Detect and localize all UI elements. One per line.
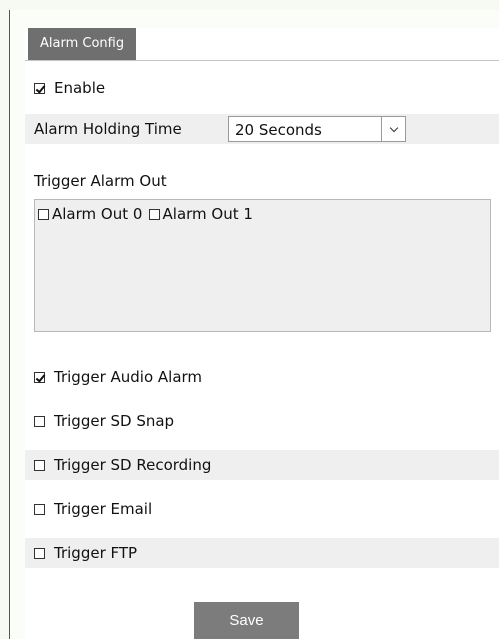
alarm-out-list: Alarm Out 0 Alarm Out 1 xyxy=(34,199,491,332)
enable-checkbox[interactable] xyxy=(34,82,45,94)
alarm-out-0-label: Alarm Out 0 xyxy=(52,205,143,223)
trigger-alarm-out-row: Trigger Alarm Out xyxy=(25,166,499,196)
holding-time-select[interactable]: 20 Seconds xyxy=(228,116,406,142)
tab-strip: Alarm Config xyxy=(25,28,499,61)
alarm-out-item[interactable]: Alarm Out 0 xyxy=(35,205,142,223)
trigger-sd-snap-checkbox[interactable] xyxy=(34,415,45,427)
holding-time-value: 20 Seconds xyxy=(235,121,322,139)
trigger-ftp-label: Trigger FTP xyxy=(54,544,138,562)
trigger-sd-snap-row: Trigger SD Snap xyxy=(25,406,499,436)
save-button[interactable]: Save xyxy=(194,602,299,639)
holding-time-row: Alarm Holding Time 20 Seconds xyxy=(25,114,499,144)
trigger-audio-alarm-row: Trigger Audio Alarm xyxy=(25,362,499,392)
enable-row: Enable xyxy=(25,73,499,103)
trigger-audio-alarm-checkbox[interactable] xyxy=(34,371,45,383)
trigger-sd-snap-label: Trigger SD Snap xyxy=(54,412,175,430)
holding-time-label: Alarm Holding Time xyxy=(34,120,182,138)
trigger-email-checkbox[interactable] xyxy=(34,503,45,515)
alarm-out-1-checkbox[interactable] xyxy=(148,208,160,220)
trigger-sd-recording-label: Trigger SD Recording xyxy=(54,456,212,474)
trigger-ftp-row: Trigger FTP xyxy=(25,538,499,568)
alarm-out-1-label: Alarm Out 1 xyxy=(162,205,253,223)
trigger-sd-recording-row: Trigger SD Recording xyxy=(25,450,499,480)
tab-alarm-config[interactable]: Alarm Config xyxy=(28,28,137,60)
alarm-out-item[interactable]: Alarm Out 1 xyxy=(148,205,253,223)
trigger-ftp-checkbox[interactable] xyxy=(34,547,45,559)
trigger-sd-recording-checkbox[interactable] xyxy=(34,459,45,471)
trigger-email-label: Trigger Email xyxy=(54,500,153,518)
trigger-alarm-out-label: Trigger Alarm Out xyxy=(34,172,167,190)
alarm-config-panel: Alarm Config Enable Alarm Holding Time 2… xyxy=(25,28,499,639)
enable-label: Enable xyxy=(54,79,106,97)
chevron-down-icon[interactable] xyxy=(381,117,405,141)
trigger-email-row: Trigger Email xyxy=(25,494,499,524)
trigger-audio-alarm-label: Trigger Audio Alarm xyxy=(54,368,203,386)
alarm-out-0-checkbox[interactable] xyxy=(38,208,49,220)
